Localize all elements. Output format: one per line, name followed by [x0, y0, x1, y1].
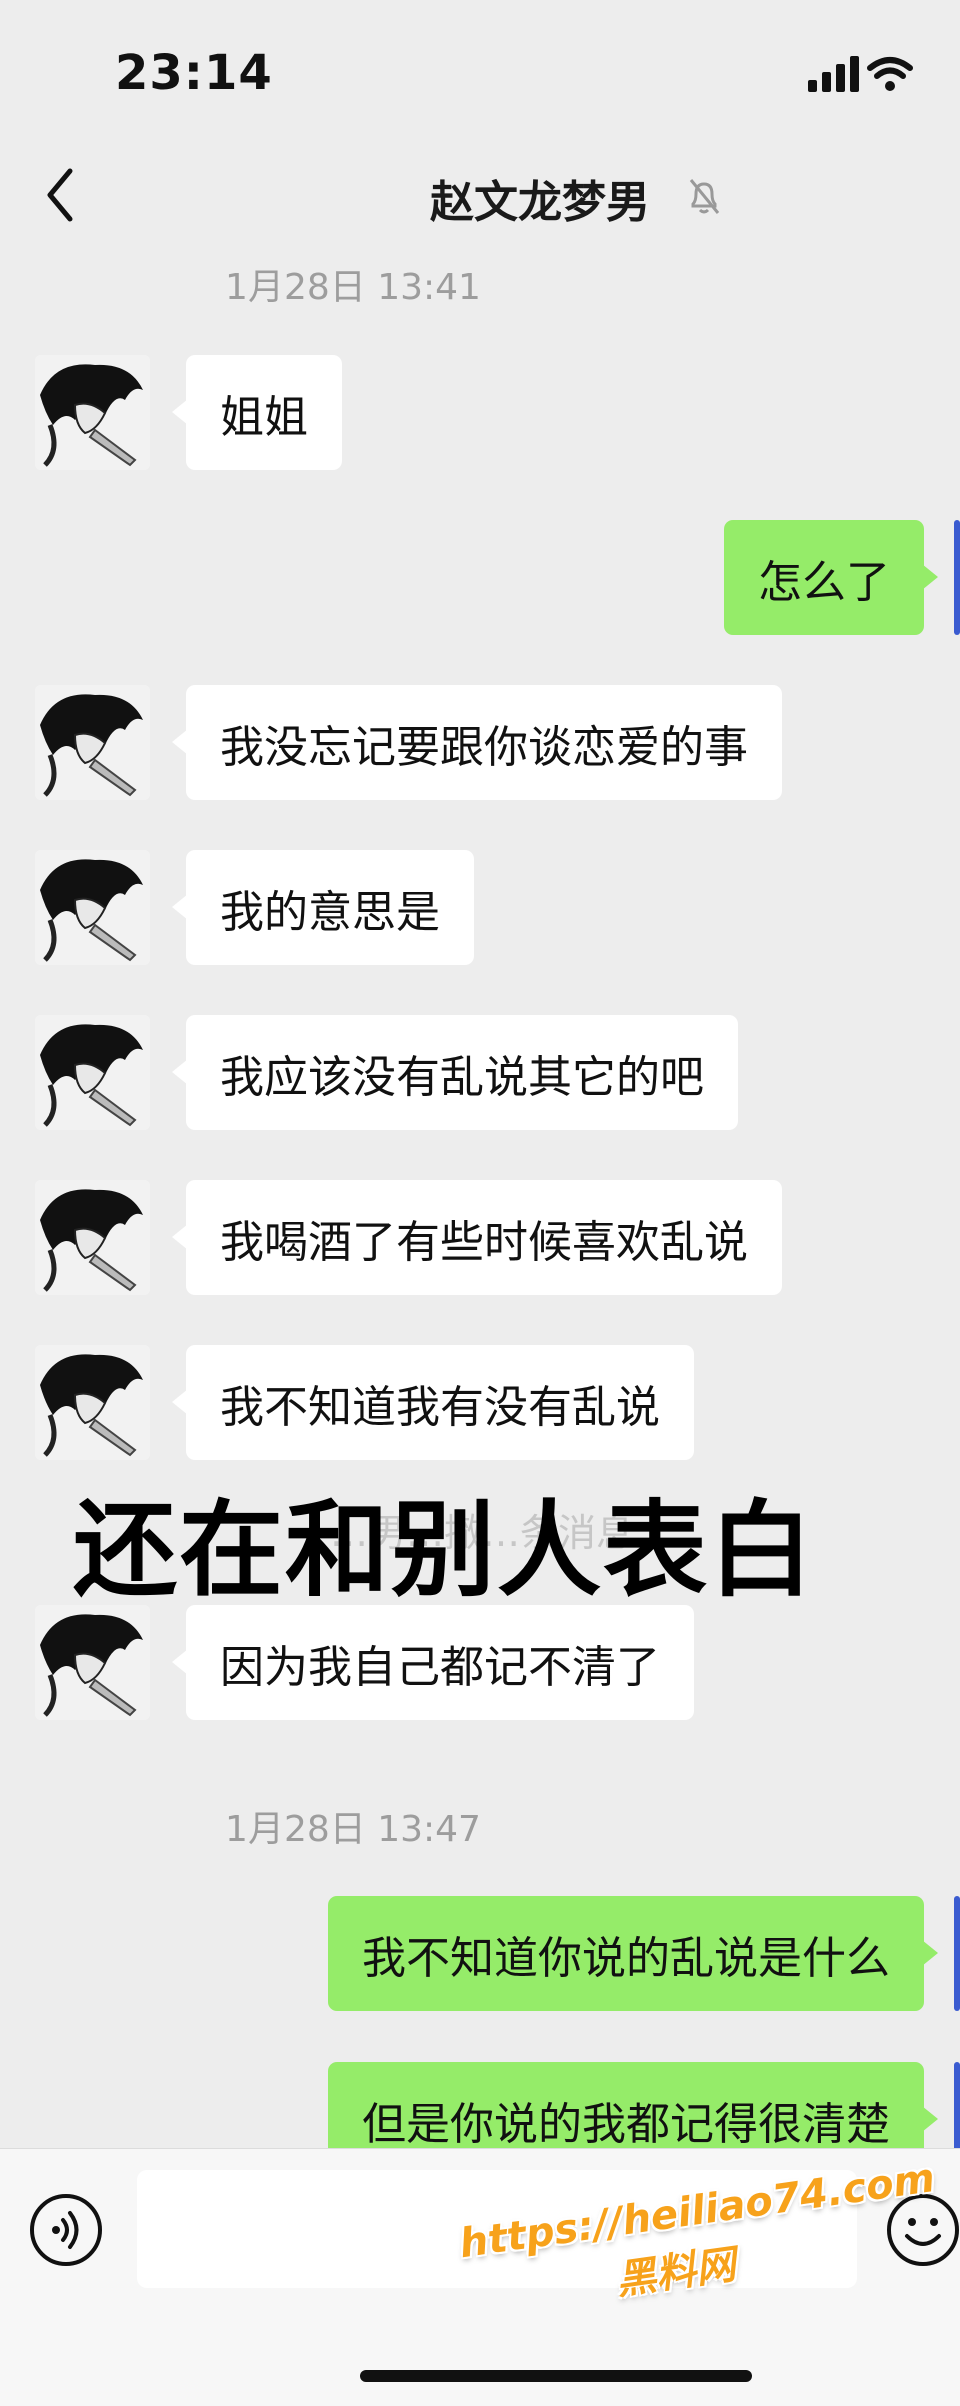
message-bubble-incoming[interactable]: 我不知道我有没有乱说: [172, 1345, 694, 1460]
avatar[interactable]: [35, 685, 150, 800]
page-title: 赵文龙梦男: [430, 177, 650, 228]
message-bubble-incoming[interactable]: 姐姐: [172, 355, 342, 470]
signal-wifi-icon: [808, 56, 913, 92]
avatar-image: [35, 1605, 150, 1720]
message-bubble-incoming[interactable]: 我喝酒了有些时候喜欢乱说: [172, 1180, 782, 1295]
status-time: 23:14: [115, 45, 273, 101]
right-avatar-edge: [954, 520, 960, 635]
chevron-left-icon[interactable]: [40, 165, 80, 225]
message-bubble-incoming[interactable]: 我没忘记要跟你谈恋爱的事: [172, 685, 782, 800]
message-bubble-incoming[interactable]: 我应该没有乱说其它的吧: [172, 1015, 738, 1130]
avatar[interactable]: [35, 850, 150, 965]
avatar-image: [35, 850, 150, 965]
avatar[interactable]: [35, 1605, 150, 1720]
avatar-image: [35, 355, 150, 470]
avatar-image: [35, 1015, 150, 1130]
avatar[interactable]: [35, 1180, 150, 1295]
message-bubble-incoming[interactable]: 我的意思是: [172, 850, 474, 965]
timestamp: 1月28日 13:47: [225, 1809, 481, 1850]
avatar-image: [35, 1345, 150, 1460]
avatar[interactable]: [35, 1345, 150, 1460]
timestamp: 1月28日 13:41: [225, 267, 481, 308]
chat-header: 23:14 赵文龙梦男: [0, 0, 960, 255]
bell-muted-icon: [689, 179, 720, 214]
avatar[interactable]: [35, 355, 150, 470]
overlay-caption: 还在和别人表白: [73, 1489, 816, 1611]
message-bubble-incoming[interactable]: 因为我自己都记不清了: [172, 1605, 694, 1720]
message-bubble-outgoing[interactable]: 我不知道你说的乱说是什么: [328, 1896, 938, 2011]
avatar-image: [35, 1180, 150, 1295]
voice-icon[interactable]: [28, 2192, 104, 2268]
home-indicator: [360, 2370, 752, 2382]
avatar-image: [35, 685, 150, 800]
message-bubble-outgoing[interactable]: 怎么了: [724, 520, 938, 635]
right-avatar-edge: [954, 1896, 960, 2011]
avatar[interactable]: [35, 1015, 150, 1130]
